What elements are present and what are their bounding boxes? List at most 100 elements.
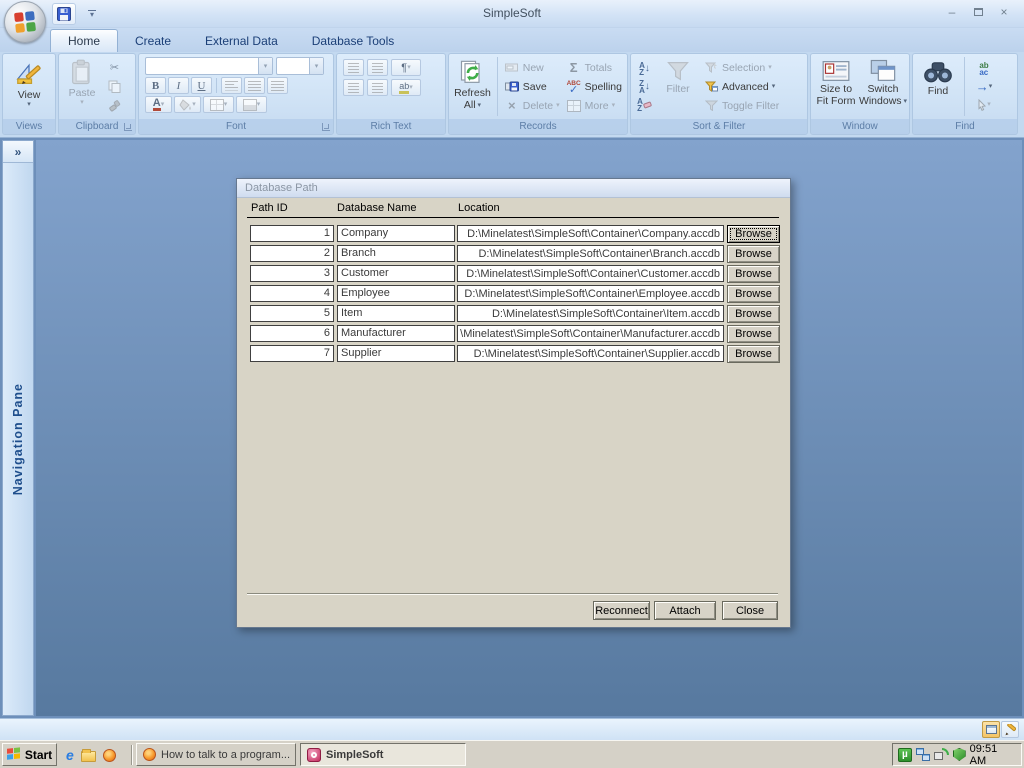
tab-home[interactable]: Home (50, 29, 119, 52)
highlight-color-button[interactable]: ab ▾ (391, 79, 421, 96)
italic-button[interactable]: I (168, 77, 189, 94)
reconnect-button[interactable]: Reconnect (593, 601, 650, 620)
path-id-field[interactable]: 5 (250, 305, 334, 322)
start-button[interactable]: Start (2, 743, 57, 766)
form-view-button[interactable] (982, 721, 1000, 738)
toggle-filter-button[interactable]: Toggle Filter (701, 96, 781, 115)
text-direction-button[interactable]: ¶ ▾ (391, 59, 421, 76)
size-to-fit-form-button[interactable]: Size to Fit Form (814, 56, 858, 117)
wireless-tray-icon[interactable] (934, 748, 949, 761)
folder-icon[interactable] (80, 749, 96, 762)
tab-external-data[interactable]: External Data (188, 30, 295, 52)
location-field[interactable]: D:\Minelatest\SimpleSoft\Container\Branc… (457, 245, 724, 262)
font-color-button[interactable]: A ▾ (145, 96, 172, 113)
browse-button[interactable]: Browse (727, 285, 780, 303)
delete-record-button[interactable]: × Delete ▾ (502, 96, 562, 115)
browse-button[interactable]: Browse (727, 345, 780, 363)
minimize-button[interactable]: – (942, 4, 962, 19)
location-field[interactable]: D:\Minelatest\SimpleSoft\Container\Compa… (457, 225, 724, 242)
path-id-field[interactable]: 1 (250, 225, 334, 242)
find-button[interactable]: Find (916, 56, 960, 117)
underline-button[interactable]: U (191, 77, 212, 94)
customize-quick-access-button[interactable]: ▾ (84, 5, 100, 23)
format-painter-button[interactable] (104, 97, 125, 114)
location-field[interactable]: D:\Minelatest\SimpleSoft\Container\Emplo… (457, 285, 724, 302)
design-view-button[interactable] (1001, 721, 1019, 738)
path-id-field[interactable]: 6 (250, 325, 334, 342)
totals-button[interactable]: Σ Totals (564, 58, 624, 77)
sort-ascending-button[interactable]: A Z ↓ (634, 60, 655, 77)
save-button[interactable] (52, 3, 76, 25)
new-record-button[interactable]: New (502, 58, 562, 77)
increase-indent-button[interactable] (367, 59, 388, 76)
database-name-field[interactable]: Supplier (337, 345, 455, 362)
database-name-field[interactable]: Employee (337, 285, 455, 302)
database-name-field[interactable]: Company (337, 225, 455, 242)
taskbar-item-simplesoft[interactable]: SimpleSoft (300, 743, 466, 766)
browse-button[interactable]: Browse (727, 305, 780, 323)
attach-button[interactable]: Attach (654, 601, 716, 620)
firefox-icon[interactable] (102, 748, 116, 762)
path-id-field[interactable]: 3 (250, 265, 334, 282)
font-size-combobox[interactable]: ▾ (276, 57, 324, 75)
utorrent-tray-icon[interactable]: µ (898, 747, 912, 762)
gridlines-button[interactable]: ▾ (203, 96, 234, 113)
save-record-button[interactable]: Save (502, 77, 562, 96)
replace-button[interactable]: ab ac (969, 60, 999, 77)
database-name-field[interactable]: Manufacturer (337, 325, 455, 342)
tab-database-tools[interactable]: Database Tools (295, 30, 412, 52)
view-button[interactable]: View ▾ (12, 56, 46, 117)
internet-explorer-icon[interactable]: e (66, 747, 74, 763)
tab-create[interactable]: Create (118, 30, 188, 52)
location-field[interactable]: D:\Minelatest\SimpleSoft\Container\Suppl… (457, 345, 724, 362)
clear-sorts-button[interactable]: AZ (634, 96, 655, 113)
goto-button[interactable]: → ▾ (969, 78, 999, 95)
font-name-combobox[interactable]: ▾ (145, 57, 273, 75)
copy-button[interactable] (104, 78, 125, 95)
database-name-field[interactable]: Branch (337, 245, 455, 262)
align-center-button[interactable] (244, 77, 265, 94)
close-button[interactable]: × (994, 4, 1014, 19)
numbered-list-button[interactable] (343, 79, 364, 96)
restore-button[interactable] (968, 4, 988, 19)
office-button[interactable] (4, 1, 46, 43)
align-left-button[interactable] (221, 77, 242, 94)
sort-descending-button[interactable]: Z A ↓ (634, 78, 655, 95)
spelling-button[interactable]: ABC ✓ Spelling (564, 77, 624, 96)
path-id-field[interactable]: 2 (250, 245, 334, 262)
dialog-title-bar[interactable]: Database Path (237, 179, 790, 198)
font-dialog-launcher[interactable] (322, 123, 330, 131)
browse-button[interactable]: Browse (727, 265, 780, 283)
location-field[interactable]: \Minelatest\SimpleSoft\Container\Manufac… (457, 325, 724, 342)
alternate-fill-button[interactable]: ▾ (236, 96, 267, 113)
decrease-indent-button[interactable] (343, 59, 364, 76)
switch-windows-button[interactable]: Switch Windows ▾ (859, 56, 907, 117)
browse-button[interactable]: Browse (727, 325, 780, 343)
bold-button[interactable]: B (145, 77, 166, 94)
align-right-button[interactable] (267, 77, 288, 94)
cut-button[interactable]: ✂ (104, 59, 125, 76)
network-tray-icon[interactable] (915, 748, 931, 761)
selection-button[interactable]: Selection ▾ (701, 58, 781, 77)
more-button[interactable]: More ▾ (564, 96, 624, 115)
fill-color-button[interactable]: ▾ (174, 96, 201, 113)
database-name-field[interactable]: Customer (337, 265, 455, 282)
select-button[interactable]: ▾ (969, 96, 999, 113)
browse-button[interactable]: Browse (727, 245, 780, 263)
clipboard-dialog-launcher[interactable] (124, 123, 132, 131)
refresh-all-button[interactable]: Refresh All ▾ (452, 56, 493, 117)
path-id-field[interactable]: 4 (250, 285, 334, 302)
security-tray-icon[interactable] (952, 748, 966, 761)
bulleted-list-button[interactable] (367, 79, 388, 96)
taskbar-item-browser[interactable]: How to talk to a program... (136, 743, 296, 766)
location-field[interactable]: D:\Minelatest\SimpleSoft\Container\Custo… (457, 265, 724, 282)
advanced-filter-button[interactable]: Advanced ▾ (701, 77, 781, 96)
navigation-pane-expand-button[interactable]: » (3, 141, 33, 163)
path-id-field[interactable]: 7 (250, 345, 334, 362)
close-dialog-button[interactable]: Close (722, 601, 778, 620)
filter-button[interactable]: Filter (657, 56, 699, 117)
location-field[interactable]: D:\Minelatest\SimpleSoft\Container\Item.… (457, 305, 724, 322)
paste-button[interactable]: Paste ▾ (62, 56, 102, 117)
browse-button[interactable]: Browse (727, 225, 780, 243)
database-name-field[interactable]: Item (337, 305, 455, 322)
